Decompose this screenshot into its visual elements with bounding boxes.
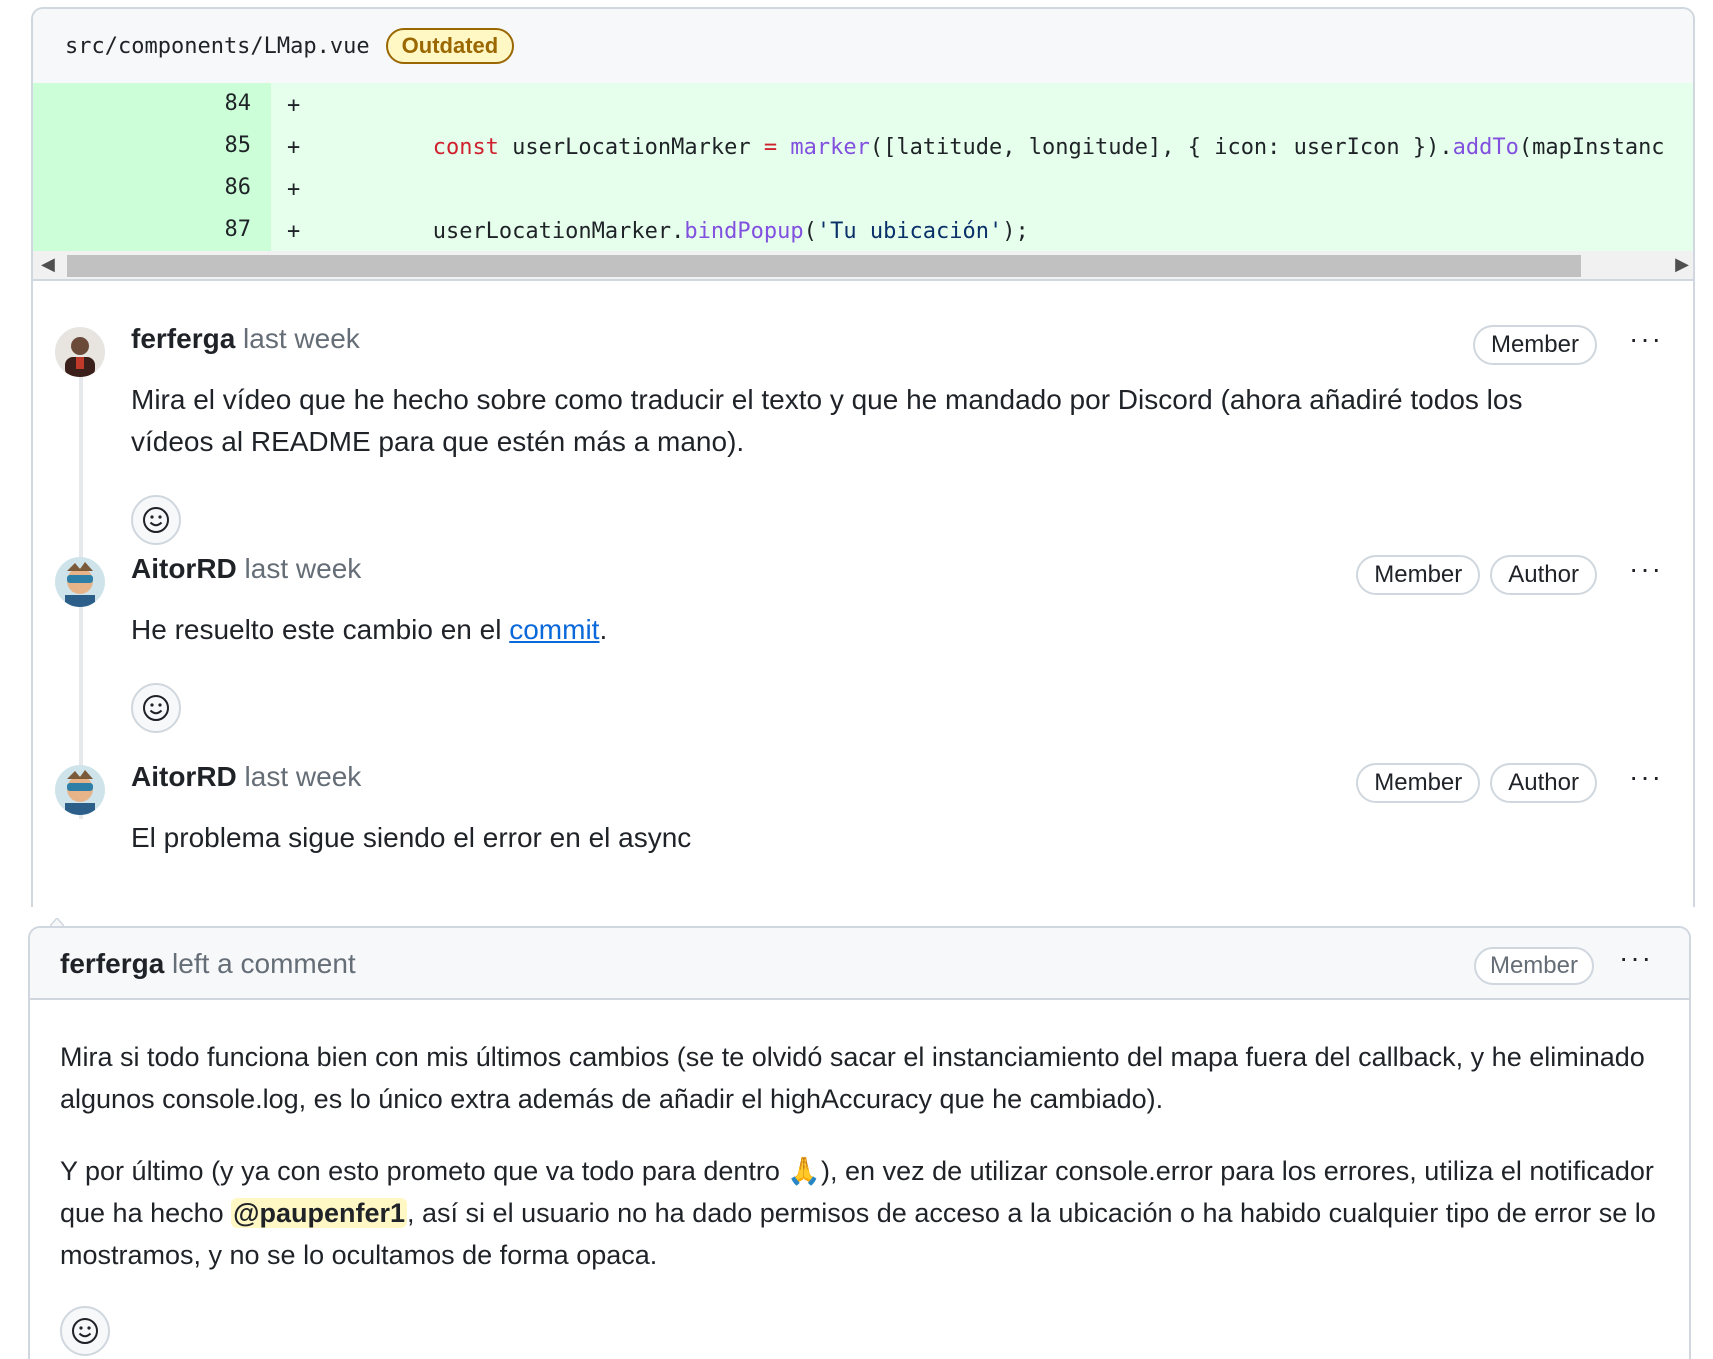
diff-row: 84 + <box>33 83 1693 125</box>
timeline-comment-body: Mira si todo funciona bien con mis últim… <box>60 1036 1670 1306</box>
smiley-icon <box>143 695 169 721</box>
timeline-comment-header: ferferga left a comment Member ··· <box>30 928 1689 1000</box>
timeline-comment: ferferga left a comment Member ··· Mira … <box>28 926 1691 1359</box>
author-badge: Author <box>1490 555 1597 595</box>
timestamp[interactable]: last week <box>243 323 360 354</box>
badges: Member <box>1472 325 1597 365</box>
file-path[interactable]: src/components/LMap.vue <box>65 34 370 59</box>
author-name[interactable]: ferferga <box>131 323 235 354</box>
badges: Member Author <box>1356 763 1597 803</box>
file-header: src/components/LMap.vue Outdated <box>33 9 1693 83</box>
kebab-icon[interactable]: ··· <box>1619 942 1653 974</box>
member-badge: Member <box>1472 325 1597 365</box>
review-comment: AitorRD last week Member Author ··· He r… <box>33 549 1693 739</box>
badges: Member Author <box>1356 555 1597 595</box>
diff-row: 85 + const userLocationMarker = marker([… <box>33 125 1693 167</box>
diff-sign: + <box>287 219 301 244</box>
kebab-icon[interactable]: ··· <box>1629 323 1663 355</box>
comment-paragraph: Y por último (y ya con esto prometo que … <box>60 1150 1670 1276</box>
code-line: + const userLocationMarker = marker([lat… <box>271 125 1693 167</box>
comment-text: He resuelto este cambio en el <box>131 614 510 645</box>
member-badge: Member <box>1473 947 1594 985</box>
scroll-left-icon[interactable]: ◀ <box>41 254 55 275</box>
timestamp[interactable]: last week <box>245 761 362 792</box>
comment-header: AitorRD last week <box>131 553 361 585</box>
review-comment: AitorRD last week Member Author ··· El p… <box>33 757 1693 907</box>
diff-sign: + <box>287 135 301 160</box>
review-thread: src/components/LMap.vue Outdated 84 + 85… <box>31 7 1695 907</box>
author-name[interactable]: ferferga <box>60 948 164 979</box>
old-line-number <box>33 125 137 167</box>
author-name[interactable]: AitorRD <box>131 761 237 792</box>
comment-text: Y por último (y ya con esto prometo que … <box>60 1156 788 1186</box>
avatar[interactable] <box>55 327 105 377</box>
review-comment: ferferga last week Member ··· Mira el ví… <box>33 319 1693 549</box>
avatar[interactable] <box>55 765 105 815</box>
horizontal-scrollbar[interactable]: ◀ ▶ <box>33 251 1693 281</box>
diff-row: 86 + <box>33 167 1693 209</box>
member-badge: Member <box>1356 763 1481 803</box>
code-line: + userLocationMarker.bindPopup('Tu ubica… <box>271 209 1693 251</box>
old-line-number <box>33 83 137 125</box>
diff-sign: + <box>287 93 301 118</box>
timestamp[interactable]: last week <box>245 553 362 584</box>
code-text: userLocationMarker.bindPopup('Tu ubicaci… <box>432 219 1029 244</box>
diff-sign: + <box>287 177 301 202</box>
new-line-number[interactable]: 85 <box>137 125 271 167</box>
add-reaction-button[interactable] <box>131 495 181 545</box>
scroll-right-icon[interactable]: ▶ <box>1675 254 1689 275</box>
new-line-number[interactable]: 84 <box>137 83 271 125</box>
new-line-number[interactable]: 87 <box>137 209 271 251</box>
smiley-icon <box>143 507 169 533</box>
scroll-thumb[interactable] <box>67 255 1581 277</box>
code-line: + <box>271 83 1693 125</box>
add-reaction-button[interactable] <box>131 683 181 733</box>
comment-action: left a comment <box>172 948 356 979</box>
new-line-number[interactable]: 86 <box>137 167 271 209</box>
comment-text: . <box>599 614 608 645</box>
pray-emoji: 🙏 <box>787 1156 822 1186</box>
timeline-notch <box>50 918 64 926</box>
author-badge: Author <box>1490 763 1597 803</box>
author-name[interactable]: AitorRD <box>131 553 237 584</box>
comment-paragraph: Mira si todo funciona bien con mis últim… <box>60 1042 1645 1114</box>
user-mention[interactable]: @paupenfer1 <box>231 1198 408 1228</box>
comment-body: Mira el vídeo que he hecho sobre como tr… <box>131 384 1523 457</box>
member-badge: Member <box>1356 555 1481 595</box>
comment-body: El problema sigue siendo el error en el … <box>131 822 692 853</box>
diff-table: 84 + 85 + const userLocationMarker = mar… <box>33 83 1693 251</box>
old-line-number <box>33 209 137 251</box>
smiley-icon <box>72 1318 98 1344</box>
comment-header: AitorRD last week <box>131 761 361 793</box>
comment-body: He resuelto este cambio en el commit. <box>131 609 1591 651</box>
diff-row: 87 + userLocationMarker.bindPopup('Tu ub… <box>33 209 1693 251</box>
add-reaction-button[interactable] <box>60 1306 110 1356</box>
code-line: + <box>271 167 1693 209</box>
commit-link[interactable]: commit <box>509 614 599 645</box>
avatar[interactable] <box>55 557 105 607</box>
outdated-badge: Outdated <box>385 28 515 64</box>
comment-header: ferferga last week <box>131 323 360 355</box>
old-line-number <box>33 167 137 209</box>
kebab-icon[interactable]: ··· <box>1629 761 1663 793</box>
code-text: const userLocationMarker = marker([latit… <box>432 135 1665 160</box>
comment-header-text: ferferga left a comment <box>60 948 356 980</box>
kebab-icon[interactable]: ··· <box>1629 553 1663 585</box>
